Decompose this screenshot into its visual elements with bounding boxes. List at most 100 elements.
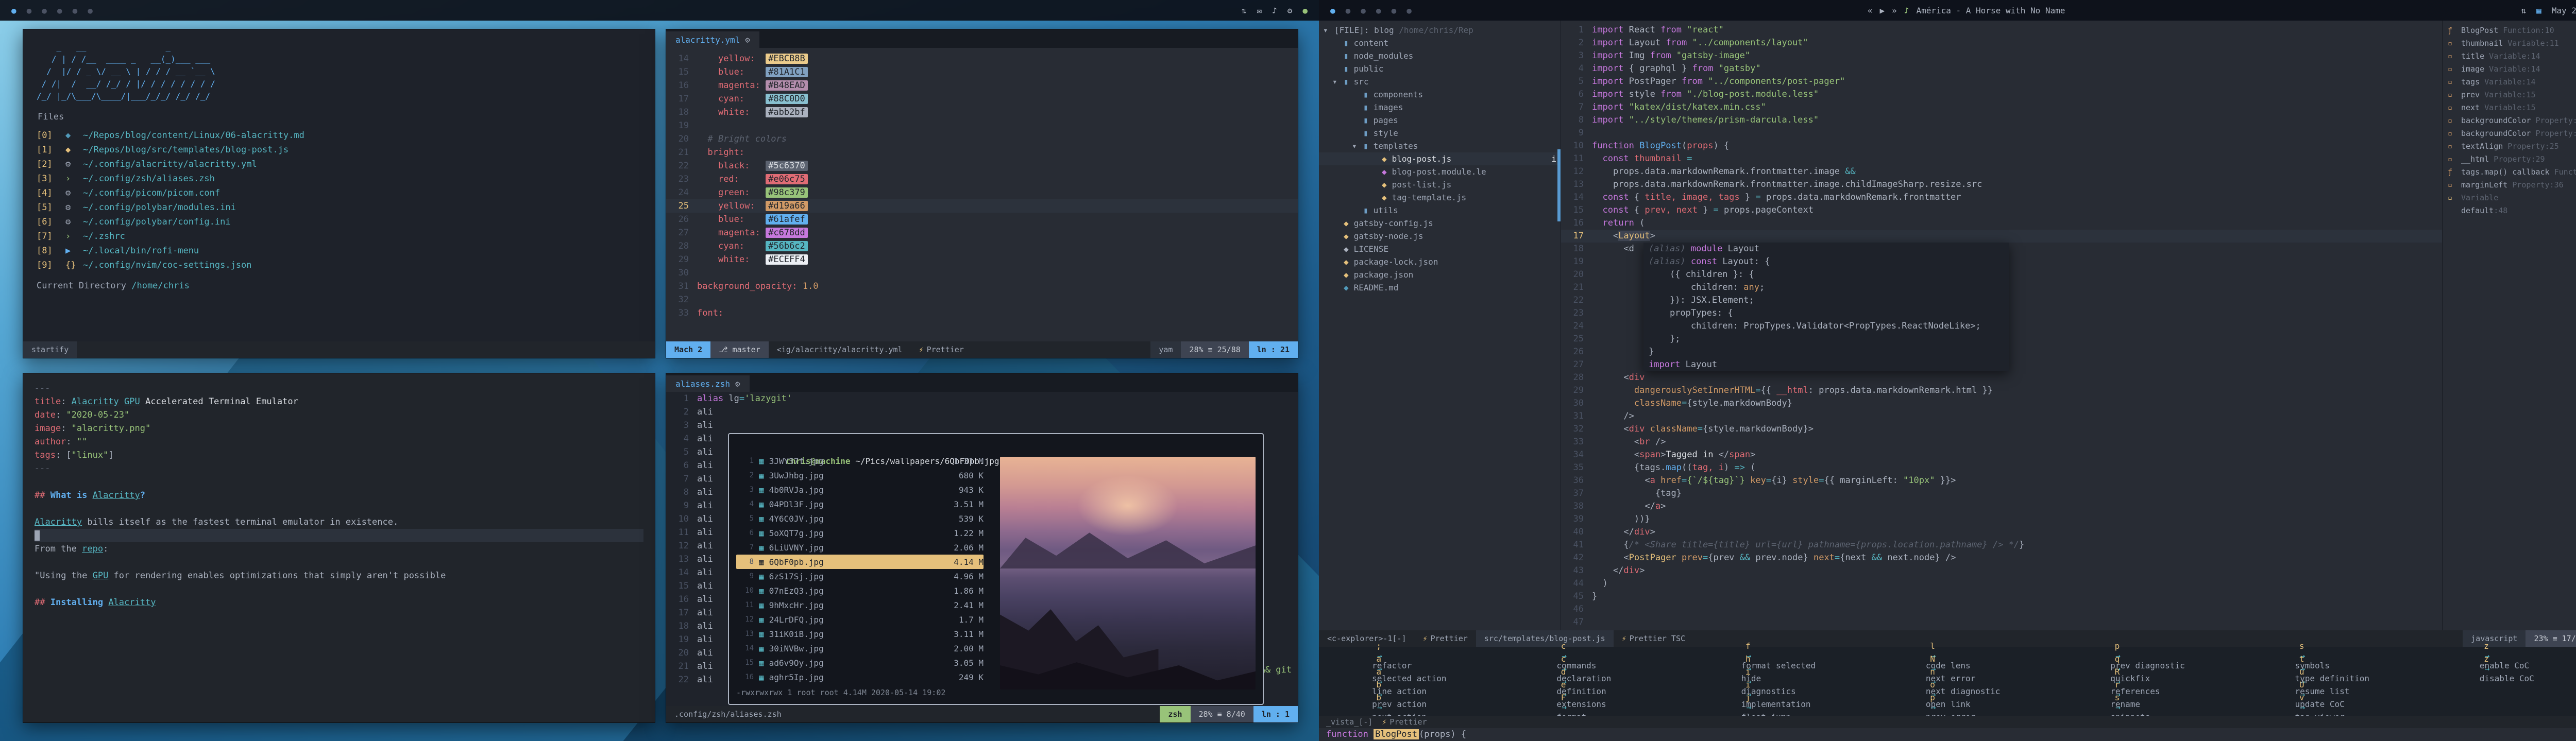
mail-icon[interactable]: ✉ [1257,6,1262,15]
command-line[interactable]: function BlogPost(props) { [1319,728,2576,741]
outline-symbol-row[interactable]: ▫ tags Variable:14 [2443,75,2576,88]
outline-symbol-row[interactable]: ▫ thumbnail Variable:11 [2443,37,2576,49]
explorer-tree-row[interactable]: ▮ content [1319,37,1561,49]
startify-file-entry[interactable]: [0] ◆ ~/Repos/blog/content/Linux/06-alac… [37,128,641,143]
explorer-tree-row[interactable]: ◆ package.json [1319,268,1561,281]
volume-icon[interactable]: ♪ [1272,6,1277,15]
workspace-icon[interactable]: ● [1392,6,1397,15]
picker-file-row[interactable]: 15 ▦ ad6v9Oy.jpg 3.05 M [736,656,984,670]
explorer-tree-row[interactable]: ◆ post-list.js [1319,178,1561,191]
chevron-down-icon[interactable]: ▾ [1323,25,1334,35]
workspace-icon[interactable]: ● [1361,6,1366,15]
file-segment: <ig/alacritty/alacritty.yml [769,341,911,358]
outline-symbol-row[interactable]: ▫ image Variable:14 [2443,62,2576,75]
explorer-tree-row[interactable]: ▮ utils [1319,204,1561,217]
workspace-icon[interactable]: ● [1346,6,1351,15]
explorer-tree-row[interactable]: ▮ public [1319,62,1561,75]
explorer-tree-row[interactable]: ▮ style [1319,127,1561,140]
explorer-tree-row[interactable]: ▮ node_modules [1319,49,1561,62]
outline-symbol-row[interactable]: ▫ Variable [2443,191,2576,204]
startify-file-entry[interactable]: [3] › ~/.config/zsh/aliases.zsh [37,171,641,186]
outline-symbol-row[interactable]: ▫ __html Property:29 [2443,152,2576,165]
picker-file-row[interactable]: 12 ▦ 24LrDFQ.jpg 1.7 M [736,612,984,627]
explorer-tree-row[interactable]: ◆ LICENSE [1319,243,1561,255]
vim-aliases-zsh[interactable]: aliases.zsh ⚙ 1alias lg='lazygit' 2ali3a… [666,373,1298,723]
terminal-markdown[interactable]: ---title: Alacritty GPU Accelerated Term… [23,373,655,723]
explorer-tree-row[interactable]: ◆ gatsby-node.js [1319,230,1561,243]
explorer-tree-row[interactable]: ▾ ▮ templates [1319,140,1561,152]
yaml-buffer[interactable]: 14 yellow: #EBCB8B15 blue: #81A1C116 mag… [666,48,1298,320]
picker-file-row[interactable]: 4 ▦ 04PDl3F.jpg 3.51 M [736,497,984,511]
markdown-buffer[interactable]: ---title: Alacritty GPU Accelerated Term… [23,373,655,617]
settings-icon[interactable]: ⚙ [1287,6,1293,15]
picker-file-list: 1 ▦ 3JWY37f.jpg 1.31 M 2 ▦ 3UwJhbg.jpg 6… [736,454,984,684]
outline-symbol-row[interactable]: ƒ BlogPost Function:10 [2443,24,2576,37]
outline-symbol-row[interactable]: default :48 [2443,204,2576,217]
picker-file-row[interactable]: 7 ▦ 6LiUVNY.jpg 2.06 M [736,540,984,555]
node-label: gatsby-node.js [1354,231,1423,241]
explorer-tree-row[interactable]: ◆ tag-template.js [1319,191,1561,204]
explorer-tree-row[interactable]: ▾ ▮ src [1319,75,1561,88]
startify-file-entry[interactable]: [9] {} ~/.config/nvim/coc-settings.json [37,258,641,272]
picker-file-row[interactable]: 3 ▦ 4b0RVJa.jpg 943 K [736,482,984,497]
picker-file-row[interactable]: 10 ▦ 07nEzQ3.jpg 1.86 M [736,583,984,598]
explorer-tree-row[interactable]: ▮ pages [1319,114,1561,127]
code-editor[interactable]: 1import React from "react"2import Layout… [1561,21,2442,630]
explorer-tree-row[interactable]: ◆ gatsby-config.js [1319,217,1561,230]
workspace-icon[interactable]: ● [42,6,47,15]
workspace-icon[interactable]: ● [57,6,62,15]
workspace-icon[interactable]: ● [73,6,78,15]
picker-file-row[interactable]: 14 ▦ 30iNVBw.jpg 2.00 M [736,641,984,656]
picker-file-row[interactable]: 11 ▦ 9hMxcHr.jpg 2.41 M [736,598,984,612]
zsh-buffer[interactable]: 1alias lg='lazygit' 2ali3ali4ali5ali6ali… [666,392,1298,707]
explorer-tree-row[interactable]: ▮ components [1319,88,1561,101]
tab-alacritty-yml[interactable]: alacritty.yml ⚙ [666,31,759,48]
network-icon[interactable]: ⇅ [1242,6,1247,15]
workspace-icon[interactable]: ● [1330,6,1335,15]
startify-file-entry[interactable]: [8] ▶ ~/.local/bin/rofi-menu [37,244,641,258]
tab-aliases-zsh[interactable]: aliases.zsh ⚙ [666,375,750,392]
picker-file-row[interactable]: 8 ▦ 6QbF0pb.jpg 4.14 M [736,555,984,569]
workspace-icon[interactable]: ● [1376,6,1381,15]
previous-track-icon[interactable]: « [1868,6,1873,15]
network-icon[interactable]: ⇅ [2521,6,2526,15]
play-icon[interactable]: ▶ [1880,6,1885,15]
outline-symbol-row[interactable]: ▫ textAlign Property:25 [2443,140,2576,152]
startify-file-entry[interactable]: [7] › ~/.zshrc [37,229,641,244]
next-track-icon[interactable]: » [1892,6,1897,15]
startify-file-entry[interactable]: [4] ⚙ ~/.config/picom/picom.conf [37,186,641,200]
outline-symbol-row[interactable]: ƒ tags.map() callback Function:35 [2443,165,2576,178]
outline-symbol-row[interactable]: ▫ backgroundColor Property:21 [2443,114,2576,127]
startify-file-entry[interactable]: [1] ◆ ~/Repos/blog/src/templates/blog-po… [37,143,641,157]
explorer-tree-row[interactable]: ◆ package-lock.json [1319,255,1561,268]
picker-file-row[interactable]: 5 ▦ 4Y6C0JV.jpg 539 K [736,511,984,526]
workspace-icon[interactable]: ● [11,6,16,15]
picker-file-row[interactable]: 13 ▦ 31iK0iB.jpg 3.11 M [736,627,984,641]
explorer-tree-row[interactable]: ◆ blog-post.module.le [1319,165,1561,178]
explorer-tree-row[interactable]: ◆ README.md [1319,281,1561,294]
workspace-icon[interactable]: ● [1406,6,1412,15]
file-explorer-panel[interactable]: ▾ [FILE]: blog /home/chris/Rep ▮ content [1319,21,1561,630]
startify-file-entry[interactable]: [6] ⚙ ~/.config/polybar/config.ini [37,215,641,229]
startify-file-entry[interactable]: [2] ⚙ ~/.config/alacritty/alacritty.yml [37,157,641,171]
outline-symbol-row[interactable]: ▫ backgroundColor Property:22 [2443,127,2576,140]
row-index: 11 [736,601,759,609]
explorer-tree-row[interactable]: ◆ blog-post.js i [1319,152,1561,165]
workspace-icon[interactable]: ● [88,6,93,15]
picker-file-row[interactable]: 9 ▦ 6zS17Sj.jpg 4.96 M [736,569,984,583]
vim-alacritty-yml[interactable]: alacritty.yml ⚙ 14 yellow: #EBCB8B15 blu… [666,29,1298,358]
picker-file-row[interactable]: 16 ▦ aghr5Ip.jpg 249 K [736,670,984,684]
ascii-art-line: /_/ |_/\___/\____/|___/_/_/ /_/ /_/ [37,90,641,102]
outline-symbol-row[interactable]: ▫ title Variable:14 [2443,49,2576,62]
startify-file-entry[interactable]: [5] ⚙ ~/.config/polybar/modules.ini [37,200,641,215]
file-picker-popup[interactable]: chris@machine ~/Pics/wallpapers/6QbF0pb.… [728,433,1264,705]
outline-symbol-row[interactable]: ▫ prev Variable:15 [2443,88,2576,101]
outline-symbol-row[interactable]: ▫ next Variable:15 [2443,101,2576,114]
explorer-tree-row[interactable]: ▮ images [1319,101,1561,114]
workspace-icon[interactable]: ● [27,6,32,15]
symbol-outline-panel[interactable]: ƒ BlogPost Function:10 ▫ thumbnail Varia… [2442,21,2576,630]
picker-file-row[interactable]: 6 ▦ 5oXQT7g.jpg 1.22 M [736,526,984,540]
explorer-scroll-indicator[interactable] [1557,149,1561,221]
outline-symbol-row[interactable]: ▫ marginLeft Property:36 [2443,178,2576,191]
terminal-startify[interactable]: _ __ _ / | / /__ ____ _ __(_)___ ___ / |… [23,29,655,358]
